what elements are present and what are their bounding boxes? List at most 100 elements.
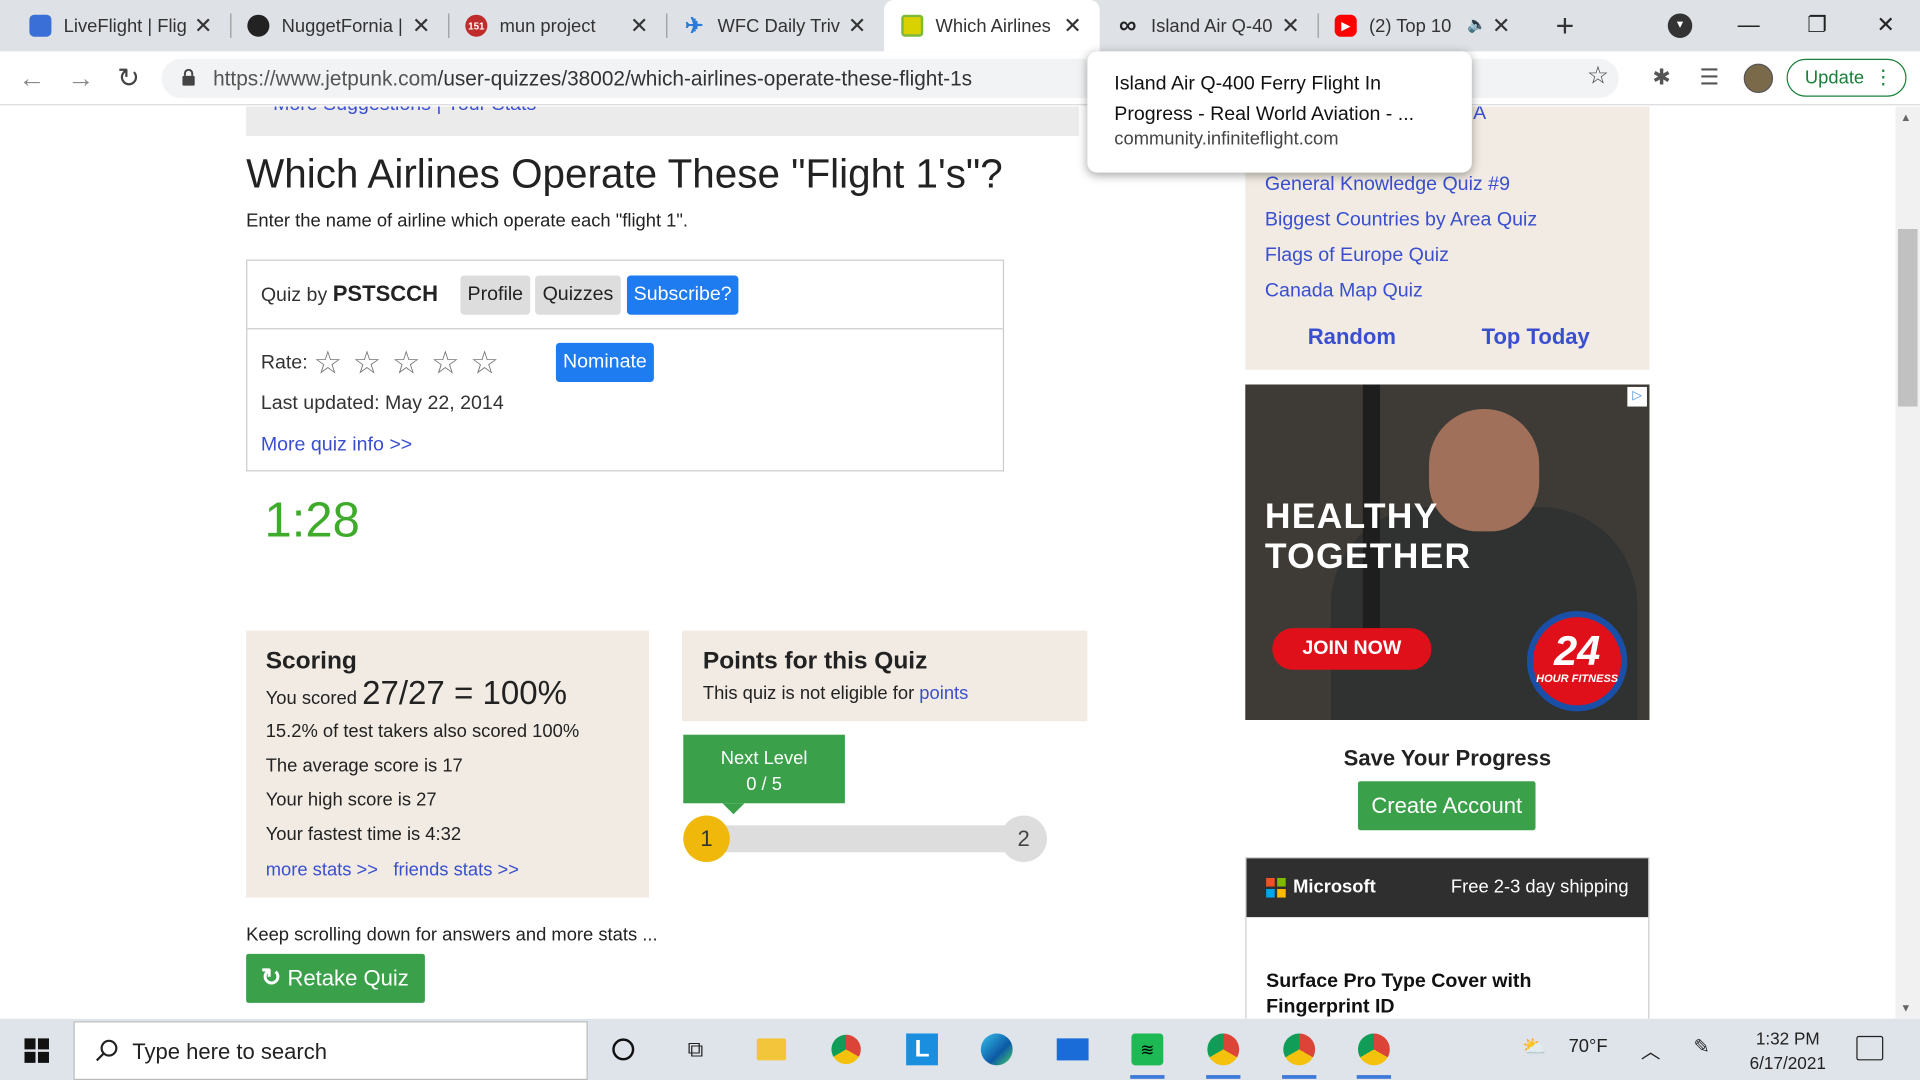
task-view-icon[interactable]: ⧉ [676,1030,715,1069]
tab-strip: LiveFlight | Fligh ✕ NuggetFornia | ✕ 15… [0,0,1920,52]
chrome-icon[interactable] [827,1030,866,1069]
chrome-profile-icon[interactable] [1204,1030,1243,1079]
star-icon[interactable]: ☆ [353,347,385,379]
star-icon[interactable]: ☆ [470,347,502,379]
points-text: This quiz is not eligible for points [702,683,969,705]
avatar[interactable] [1743,63,1774,94]
close-icon[interactable]: ✕ [1060,13,1084,37]
taskbar: Type here to search ⧉ L ≋ ⛅ 70°F ︿ ✎ 1:3… [0,1018,1920,1080]
fitness-ad[interactable]: HEALTHY TOGETHER JOIN NOW 24 HOUR FITNESS… [1245,384,1650,721]
level-progress-text: 0 / 5 [746,773,782,795]
microsoft-ad[interactable]: Microsoft Free 2-3 day shipping Surface … [1245,857,1650,1019]
close-icon[interactable]: ✕ [1489,13,1513,37]
tab-title: WFC Daily Trivia [717,15,841,37]
tooltip-url: community.infiniteflight.com [1114,128,1339,150]
new-tab-button[interactable]: + [1548,9,1582,43]
tab-which-airlines[interactable]: Which Airlines ✕ [884,0,1100,52]
close-icon[interactable]: ✕ [1278,13,1302,37]
star-icon[interactable]: ☆ [392,347,424,379]
tab-youtube[interactable]: ▶ (2) Top 10 🔈 ✕ [1318,0,1529,51]
extensions-icon[interactable]: ✱ [1648,65,1675,92]
chevron-up-icon[interactable]: ︿ [1641,1035,1661,1064]
media-control-icon[interactable]: ☰ [1696,65,1723,92]
tab-hover-tooltip: Island Air Q-400 Ferry Flight In Progres… [1087,51,1472,173]
create-account-button[interactable]: Create Account [1357,781,1536,831]
last-updated: Last updated: May 22, 2014 [260,393,504,414]
tab-wfc-trivia[interactable]: ✈ WFC Daily Trivia ✕ [666,0,884,51]
microsoft-logo-icon [1266,877,1286,898]
taskbar-search[interactable]: Type here to search [73,1021,588,1080]
notification-icon[interactable] [1856,1035,1884,1061]
back-icon[interactable]: ← [15,61,49,95]
random-link[interactable]: Random [1308,324,1396,350]
more-stats-link[interactable]: more stats >> [266,860,378,881]
chrome-profile-icon[interactable] [1280,1030,1319,1079]
speaker-icon[interactable]: 🔈 [1467,15,1487,35]
reload-icon[interactable]: ↻ [111,61,145,95]
l-app-icon[interactable]: L [902,1030,941,1069]
ad-join-button[interactable]: JOIN NOW [1272,628,1432,670]
star-icon[interactable]: ☆ [431,347,463,379]
page-viewport: More Suggestions | Your Stats Which Airl… [0,106,1896,1019]
file-explorer-icon[interactable] [752,1030,791,1069]
sidebar-partial-link[interactable]: A [1473,107,1486,125]
page-title: Which Airlines Operate These "Flight 1's… [246,150,1003,196]
restore-icon[interactable]: ❐ [1793,7,1842,41]
tab-title: Which Airlines [935,15,1051,37]
spotify-icon[interactable]: ≋ [1128,1030,1167,1079]
tab-title: NuggetFornia | [281,15,403,37]
scroll-down-icon[interactable]: ▼ [1900,1002,1911,1014]
more-quiz-info-link[interactable]: More quiz info >> [261,435,412,457]
edge-icon[interactable] [977,1030,1016,1069]
youtube-icon: ▶ [1334,14,1357,37]
adchoices-icon[interactable]: ▷ [1627,386,1647,407]
sidebar-link[interactable]: General Knowledge Quiz #9 [1265,174,1510,196]
scroll-up-icon[interactable]: ▲ [1900,111,1911,123]
quiz-info-box: Quiz by PSTSCCH Profile Quizzes Subscrib… [246,259,1005,472]
keep-scrolling-text: Keep scrolling down for answers and more… [246,924,658,946]
update-button[interactable]: Update ⋮ [1786,58,1907,97]
author-name[interactable]: PSTSCCH [333,282,438,306]
weather-icon[interactable]: ⛅ [1522,1035,1546,1059]
friends-stats-link[interactable]: friends stats >> [393,860,519,881]
tab-nuggetfornia[interactable]: NuggetFornia | ✕ [230,0,448,51]
tab-search-icon[interactable]: ▾ [1667,13,1693,38]
top-today-link[interactable]: Top Today [1482,324,1590,350]
top-links[interactable]: More Suggestions | Your Stats [273,107,536,117]
close-icon[interactable]: ✕ [627,13,651,37]
nominate-button[interactable]: Nominate [555,342,654,383]
sidebar-link[interactable]: Canada Map Quiz [1265,280,1423,302]
ms-ad-header: Microsoft Free 2-3 day shipping [1246,858,1649,918]
close-icon[interactable]: ✕ [409,13,433,37]
page-scrollbar[interactable]: ▲ ▼ [1895,106,1920,1019]
quizzes-button[interactable]: Quizzes [535,275,621,315]
cortana-icon[interactable] [604,1030,643,1069]
close-icon[interactable]: ✕ [845,13,869,37]
sidebar-link[interactable]: Flags of Europe Quiz [1265,245,1449,267]
bookmark-star-icon[interactable]: ☆ [1587,60,1609,91]
retake-quiz-button[interactable]: ↻ Retake Quiz [246,953,425,1003]
star-icon[interactable]: ☆ [313,347,345,379]
forward-icon[interactable]: → [64,61,98,95]
close-icon[interactable]: ✕ [191,13,215,37]
weather-temp[interactable]: 70°F [1569,1036,1608,1057]
close-window-icon[interactable]: ✕ [1861,7,1910,41]
subscribe-button[interactable]: Subscribe? [626,275,739,315]
chrome-profile-icon[interactable] [1354,1030,1393,1079]
sidebar-link[interactable]: Biggest Countries by Area Quiz [1265,209,1537,231]
windows-start-icon[interactable] [24,1038,49,1063]
minimize-icon[interactable]: — [1724,7,1773,41]
points-link[interactable]: points [919,683,968,704]
pen-icon[interactable]: ✎ [1693,1035,1709,1059]
timer: 1:28 [264,493,360,548]
ms-shipping: Free 2-3 day shipping [1450,876,1629,898]
menu-dots-icon[interactable]: ⋮ [1873,60,1893,96]
liveflight-icon [29,14,52,37]
profile-button[interactable]: Profile [460,275,531,315]
scrollbar-thumb[interactable] [1897,228,1918,407]
tab-island-air[interactable]: ∞ Island Air Q-40 ✕ [1100,0,1318,51]
tab-mun-project[interactable]: 151 mun project ✕ [448,0,666,51]
clock[interactable]: 1:32 PM 6/17/2021 [1739,1026,1837,1075]
mail-icon[interactable] [1053,1030,1092,1069]
tab-liveflight[interactable]: LiveFlight | Fligh ✕ [12,0,230,51]
